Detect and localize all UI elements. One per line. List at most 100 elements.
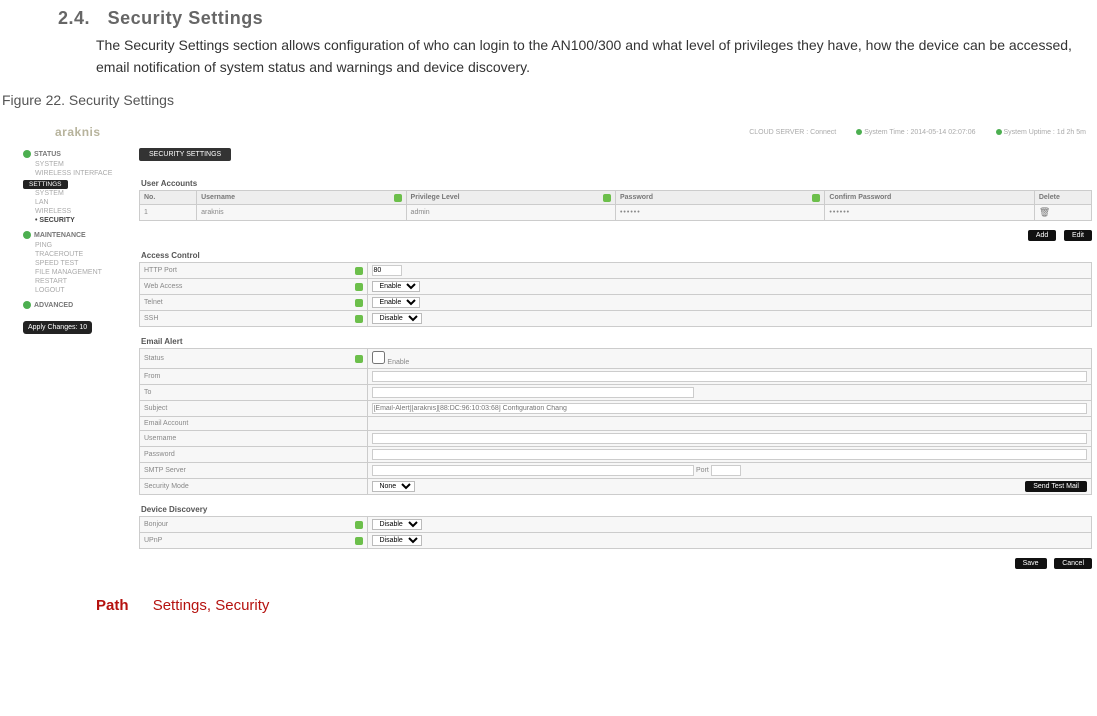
to-input[interactable] xyxy=(372,387,694,398)
smtp-port-input[interactable] xyxy=(711,465,741,476)
device-discovery-table: Bonjour Disable UPnP Disable xyxy=(139,516,1092,549)
doc-section: 2.4. Security Settings The Security Sett… xyxy=(0,0,1097,108)
send-test-mail-button[interactable]: Send Test Mail xyxy=(1025,481,1087,492)
sidebar-item-maint-restart[interactable]: RESTART xyxy=(23,277,127,286)
cloud-server-status: CLOUD SERVER : Connect xyxy=(749,129,836,136)
security-mode-select[interactable]: None xyxy=(372,481,415,492)
security-settings-screenshot: araknis CLOUD SERVER : Connect System Ti… xyxy=(1,120,1096,579)
section-title: Security Settings xyxy=(108,8,264,29)
row-username: Username xyxy=(140,431,1092,447)
from-input[interactable] xyxy=(372,371,1087,382)
device-discovery-title: Device Discovery xyxy=(141,505,1092,514)
cell-no: 1 xyxy=(140,205,197,221)
col-password: Password xyxy=(615,191,824,205)
sidebar-group-settings[interactable]: SETTINGS xyxy=(23,180,68,189)
figure-caption: Figure 22. Security Settings xyxy=(2,92,1097,108)
sidebar-item-settings-security[interactable]: • SECURITY xyxy=(23,216,127,225)
path-value: Settings, Security xyxy=(153,597,270,614)
help-icon[interactable] xyxy=(355,267,363,275)
cell-confirm[interactable]: •••••• xyxy=(825,205,1034,221)
row-bonjour: Bonjour Disable xyxy=(140,517,1092,533)
password-input[interactable] xyxy=(372,449,1087,460)
sidebar-item-maint-ping[interactable]: PING xyxy=(23,241,127,250)
col-username: Username xyxy=(197,191,406,205)
col-confirm: Confirm Password xyxy=(825,191,1034,205)
sidebar-item-maint-traceroute[interactable]: TRACEROUTE xyxy=(23,250,127,259)
system-time: System Time : 2014-05-14 02:07:06 xyxy=(856,129,975,136)
brand-logo: araknis xyxy=(11,125,101,139)
access-control-title: Access Control xyxy=(141,251,1092,260)
username-input[interactable] xyxy=(372,433,1087,444)
smtp-port-label: Port xyxy=(696,467,709,474)
section-number: 2.4. xyxy=(58,8,90,29)
cell-delete[interactable]: 🗑 xyxy=(1034,205,1091,221)
web-access-select[interactable]: Enable xyxy=(372,281,420,292)
sidebar-item-settings-wireless[interactable]: WIRELESS xyxy=(23,207,127,216)
row-email-account: Email Account xyxy=(140,417,1092,431)
main-panel: SECURITY SETTINGS User Accounts No. User… xyxy=(131,144,1096,579)
help-icon[interactable] xyxy=(355,521,363,529)
user-accounts-table: No. Username Privilege Level Password Co… xyxy=(139,190,1092,221)
sidebar-item-settings-system[interactable]: SYSTEM xyxy=(23,189,127,198)
row-security-mode: Security Mode None Send Test Mail xyxy=(140,479,1092,495)
row-ssh: SSH Disable xyxy=(140,311,1092,327)
help-icon[interactable] xyxy=(355,315,363,323)
table-row: 1 araknis admin •••••• •••••• 🗑 xyxy=(140,205,1092,221)
path-label: Path xyxy=(96,597,129,614)
row-status: Status Enable xyxy=(140,349,1092,369)
help-icon[interactable] xyxy=(355,283,363,291)
row-subject: Subject xyxy=(140,401,1092,417)
row-telnet: Telnet Enable xyxy=(140,295,1092,311)
email-alert-table: Status Enable From To Subject Email Acco… xyxy=(139,348,1092,495)
email-alert-title: Email Alert xyxy=(141,337,1092,346)
cancel-button[interactable]: Cancel xyxy=(1054,558,1092,569)
edit-button[interactable]: Edit xyxy=(1064,230,1092,241)
http-port-input[interactable] xyxy=(372,265,402,276)
save-button[interactable]: Save xyxy=(1015,558,1047,569)
screenshot-topbar: araknis CLOUD SERVER : Connect System Ti… xyxy=(1,120,1096,144)
path-row: Path Settings, Security xyxy=(96,597,1097,614)
ssh-select[interactable]: Disable xyxy=(372,313,422,324)
sidebar-item-status-wireless[interactable]: WIRELESS INTERFACE xyxy=(23,169,127,178)
help-icon[interactable] xyxy=(355,537,363,545)
cell-password[interactable]: •••••• xyxy=(615,205,824,221)
status-checkbox[interactable] xyxy=(372,351,385,364)
upnp-select[interactable]: Disable xyxy=(372,535,422,546)
add-button[interactable]: Add xyxy=(1028,230,1056,241)
system-uptime: System Uptime : 1d 2h 5m xyxy=(996,129,1086,136)
cell-privilege[interactable]: admin xyxy=(406,205,615,221)
cell-username[interactable]: araknis xyxy=(197,205,406,221)
sidebar-group-maintenance[interactable]: MAINTENANCE xyxy=(23,229,127,241)
row-web-access: Web Access Enable xyxy=(140,279,1092,295)
telnet-select[interactable]: Enable xyxy=(372,297,420,308)
row-from: From xyxy=(140,369,1092,385)
access-control-table: HTTP Port Web Access Enable Telnet Enabl… xyxy=(139,262,1092,327)
help-icon[interactable] xyxy=(603,194,611,202)
help-icon[interactable] xyxy=(355,299,363,307)
help-icon[interactable] xyxy=(355,355,363,363)
subject-input[interactable] xyxy=(372,403,1087,414)
smtp-input[interactable] xyxy=(372,465,694,476)
help-icon[interactable] xyxy=(812,194,820,202)
sidebar-item-maint-filemgmt[interactable]: FILE MANAGEMENT xyxy=(23,268,127,277)
sidebar-item-maint-speedtest[interactable]: SPEED TEST xyxy=(23,259,127,268)
col-delete: Delete xyxy=(1034,191,1091,205)
page-title-chip: SECURITY SETTINGS xyxy=(139,148,231,161)
sidebar-item-settings-lan[interactable]: LAN xyxy=(23,198,127,207)
bonjour-select[interactable]: Disable xyxy=(372,519,422,530)
row-password: Password xyxy=(140,447,1092,463)
row-to: To xyxy=(140,385,1092,401)
row-http-port: HTTP Port xyxy=(140,263,1092,279)
col-privilege: Privilege Level xyxy=(406,191,615,205)
trash-icon[interactable]: 🗑 xyxy=(1039,207,1050,217)
sidebar-group-advanced[interactable]: ADVANCED xyxy=(23,299,127,311)
sidebar-group-status[interactable]: STATUS xyxy=(23,148,127,160)
apply-changes-button[interactable]: Apply Changes: 10 xyxy=(23,321,92,334)
row-upnp: UPnP Disable xyxy=(140,533,1092,549)
help-icon[interactable] xyxy=(394,194,402,202)
sidebar-item-maint-logout[interactable]: LOGOUT xyxy=(23,286,127,295)
sidebar-item-status-system[interactable]: SYSTEM xyxy=(23,160,127,169)
sidebar: STATUS SYSTEM WIRELESS INTERFACE SETTING… xyxy=(1,144,131,579)
section-description: The Security Settings section allows con… xyxy=(96,35,1096,78)
user-accounts-title: User Accounts xyxy=(141,179,1092,188)
